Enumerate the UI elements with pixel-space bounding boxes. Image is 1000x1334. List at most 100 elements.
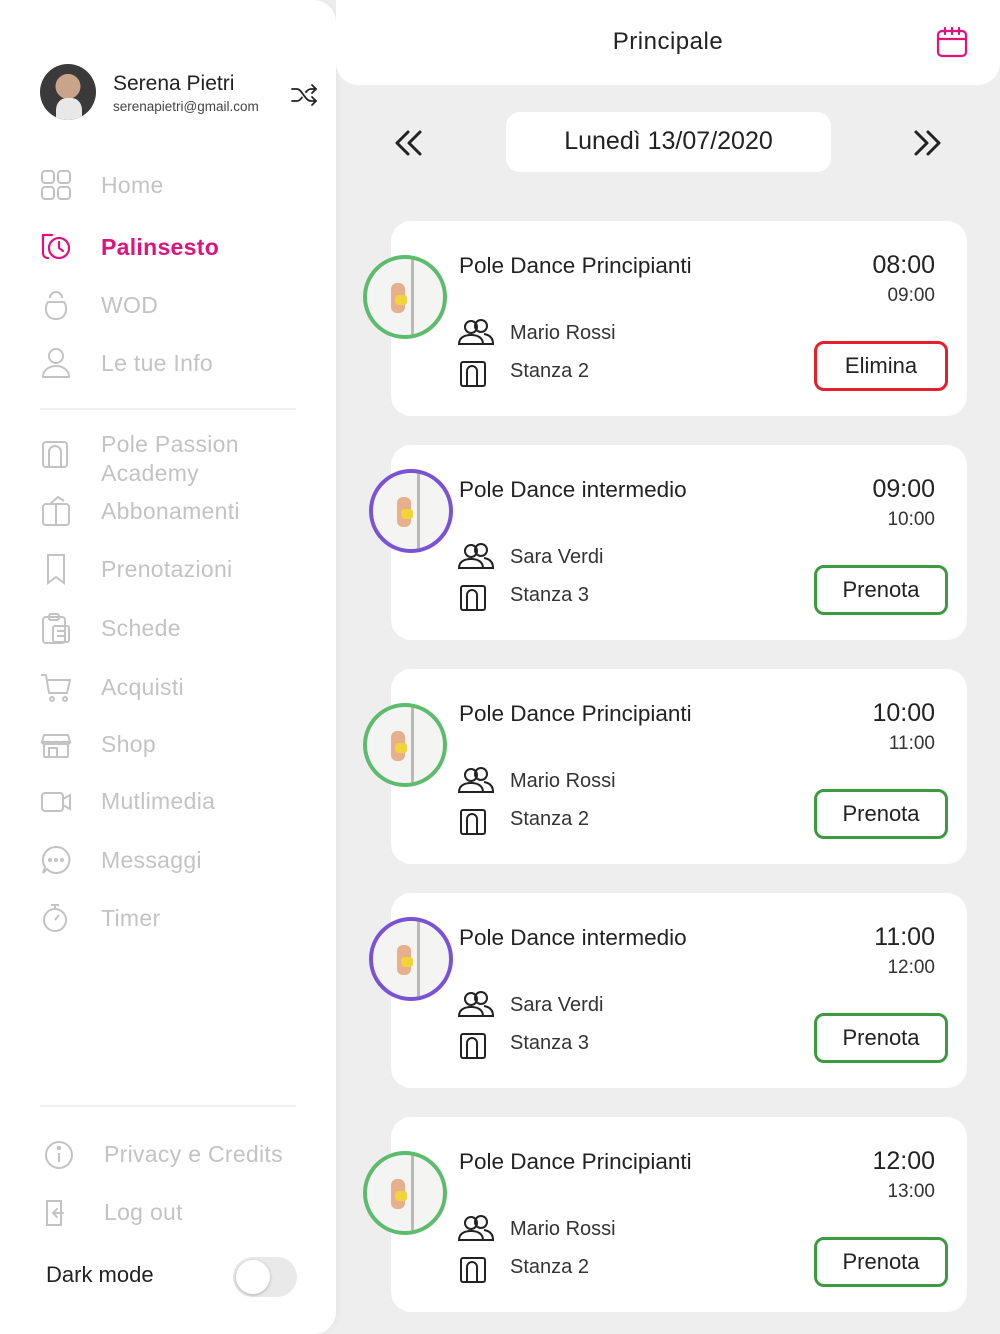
calendar-icon[interactable] bbox=[936, 26, 968, 58]
avatar bbox=[40, 64, 96, 120]
door-icon bbox=[460, 1257, 486, 1283]
class-card: Pole Dance intermedio 09:00 10:00 Sara V… bbox=[369, 445, 967, 640]
shuffle-icon[interactable] bbox=[290, 82, 320, 108]
door-icon bbox=[460, 585, 486, 611]
sidebar-item-label: Acquisti bbox=[101, 674, 184, 700]
sidebar-item-label: Mutlimedia bbox=[101, 788, 216, 814]
chat-icon bbox=[41, 845, 71, 874]
sidebar-item-messaggi[interactable]: Messaggi bbox=[40, 841, 310, 881]
sidebar-item-label: Privacy e Credits bbox=[104, 1141, 283, 1167]
teacher-name: Sara Verdi bbox=[510, 994, 604, 1016]
schedule-icon bbox=[41, 233, 71, 260]
room-name: Stanza 2 bbox=[510, 1256, 589, 1278]
cart-icon bbox=[41, 674, 71, 702]
end-time: 09:00 bbox=[887, 285, 935, 306]
sidebar-item-shop[interactable]: Shop bbox=[40, 725, 310, 765]
video-icon bbox=[41, 792, 71, 812]
sidebar-item-label: Log out bbox=[104, 1199, 183, 1225]
start-time: 08:00 bbox=[872, 251, 935, 279]
class-thumbnail bbox=[363, 1151, 447, 1235]
sidebar-item-schede[interactable]: Schede bbox=[40, 609, 310, 649]
room-name: Stanza 2 bbox=[510, 808, 589, 830]
room-name: Stanza 2 bbox=[510, 360, 589, 382]
people-icon bbox=[457, 1215, 495, 1241]
logout-icon bbox=[46, 1200, 64, 1226]
package-icon bbox=[42, 495, 70, 526]
class-title: Pole Dance Principianti bbox=[459, 701, 692, 726]
end-time: 13:00 bbox=[887, 1181, 935, 1202]
class-card: Pole Dance Principianti 08:00 09:00 Mari… bbox=[363, 221, 967, 416]
user-email: serenapietri@gmail.com bbox=[113, 99, 259, 114]
door-icon bbox=[42, 441, 68, 468]
sidebar-item-info[interactable]: Le tue Info bbox=[40, 344, 310, 384]
people-icon bbox=[457, 319, 495, 345]
chevrons-left-icon[interactable] bbox=[390, 125, 426, 161]
kettlebell-icon bbox=[44, 291, 68, 321]
class-card: Pole Dance Principianti 12:00 13:00 Mari… bbox=[363, 1117, 967, 1312]
sidebar-item-label: Palinsesto bbox=[101, 234, 220, 260]
sidebar-item-academy[interactable]: Pole Passion Academy bbox=[40, 431, 310, 486]
book-button[interactable]: Prenota bbox=[814, 1013, 948, 1063]
sidebar-item-acquisti[interactable]: Acquisti bbox=[40, 668, 310, 708]
book-button[interactable]: Prenota bbox=[814, 789, 948, 839]
sidebar-item-label: WOD bbox=[101, 292, 159, 318]
start-time: 11:00 bbox=[874, 923, 935, 951]
class-card: Pole Dance intermedio 11:00 12:00 Sara V… bbox=[369, 893, 967, 1088]
sidebar-item-label: Prenotazioni bbox=[101, 556, 233, 582]
stopwatch-icon bbox=[43, 904, 67, 932]
class-title: Pole Dance Principianti bbox=[459, 253, 692, 278]
sidebar-item-privacy[interactable]: Privacy e Credits bbox=[43, 1135, 313, 1175]
info-icon bbox=[45, 1141, 73, 1169]
end-time: 11:00 bbox=[888, 733, 935, 754]
date-selector[interactable]: Lunedì 13/07/2020 bbox=[506, 112, 831, 172]
people-icon bbox=[457, 991, 495, 1017]
people-icon bbox=[457, 543, 495, 569]
teacher-name: Mario Rossi bbox=[510, 770, 616, 792]
book-button[interactable]: Prenota bbox=[814, 1237, 948, 1287]
book-button[interactable]: Prenota bbox=[814, 565, 948, 615]
sidebar-item-timer[interactable]: Timer bbox=[40, 899, 310, 939]
teacher-name: Sara Verdi bbox=[510, 546, 604, 568]
class-title: Pole Dance Principianti bbox=[459, 1149, 692, 1174]
room-name: Stanza 3 bbox=[510, 1032, 589, 1054]
divider bbox=[40, 1105, 296, 1107]
class-title: Pole Dance intermedio bbox=[459, 925, 687, 950]
class-thumbnail bbox=[363, 703, 447, 787]
chevrons-right-icon[interactable] bbox=[910, 125, 946, 161]
class-thumbnail bbox=[369, 917, 453, 1001]
sidebar-item-label: Messaggi bbox=[101, 847, 202, 873]
sidebar-item-label: Schede bbox=[101, 615, 181, 641]
class-card: Pole Dance Principianti 10:00 11:00 Mari… bbox=[363, 669, 967, 864]
user-profile[interactable]: Serena Pietri serenapietri@gmail.com bbox=[40, 64, 330, 124]
sidebar-item-home[interactable]: Home bbox=[40, 166, 310, 206]
start-time: 10:00 bbox=[872, 699, 935, 727]
class-title: Pole Dance intermedio bbox=[459, 477, 687, 502]
start-time: 12:00 bbox=[872, 1147, 935, 1175]
divider bbox=[40, 408, 296, 410]
room-name: Stanza 3 bbox=[510, 584, 589, 606]
class-thumbnail bbox=[369, 469, 453, 553]
top-header: Principale bbox=[336, 0, 1000, 85]
page-title: Principale bbox=[612, 28, 724, 55]
dark-mode-toggle[interactable] bbox=[233, 1257, 297, 1297]
teacher-name: Mario Rossi bbox=[510, 1218, 616, 1240]
sidebar-item-abbonamenti[interactable]: Abbonamenti bbox=[40, 492, 310, 532]
start-time: 09:00 bbox=[872, 475, 935, 503]
delete-button[interactable]: Elimina bbox=[814, 341, 948, 391]
sidebar-item-logout[interactable]: Log out bbox=[43, 1193, 313, 1233]
sidebar-item-wod[interactable]: WOD bbox=[40, 286, 310, 326]
sidebar: Serena Pietri serenapietri@gmail.com Hom… bbox=[0, 0, 336, 1334]
class-thumbnail bbox=[363, 255, 447, 339]
sidebar-item-prenotazioni[interactable]: Prenotazioni bbox=[40, 550, 310, 590]
door-icon bbox=[460, 361, 486, 387]
sidebar-item-label: Abbonamenti bbox=[101, 498, 240, 524]
grid-icon bbox=[41, 170, 71, 200]
sidebar-item-multimedia[interactable]: Mutlimedia bbox=[40, 782, 310, 822]
sidebar-item-label: Pole Passion Academy bbox=[101, 431, 239, 486]
sidebar-item-label: Home bbox=[101, 172, 164, 198]
people-icon bbox=[457, 767, 495, 793]
store-icon bbox=[40, 734, 72, 758]
bookmark-icon bbox=[47, 554, 65, 585]
sidebar-item-palinsesto[interactable]: Palinsesto bbox=[40, 228, 310, 268]
door-icon bbox=[460, 809, 486, 835]
